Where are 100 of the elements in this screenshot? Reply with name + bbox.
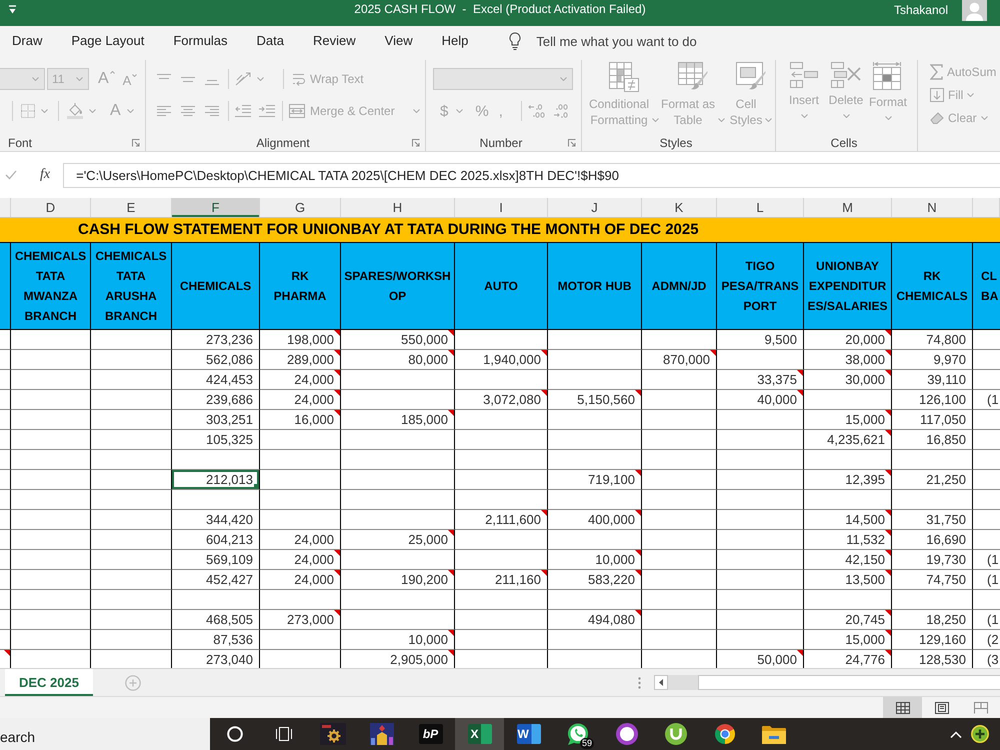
table-cell[interactable] — [260, 450, 341, 470]
table-cell[interactable]: 719,100 — [548, 470, 642, 490]
table-cell[interactable]: 569,109 — [172, 550, 260, 570]
table-cell[interactable] — [260, 630, 341, 650]
table-cell[interactable] — [11, 470, 91, 490]
table-cell[interactable] — [0, 350, 11, 370]
table-cell[interactable]: 273,236 — [172, 330, 260, 350]
table-cell[interactable] — [341, 550, 455, 570]
table-cell[interactable] — [804, 450, 892, 470]
table-cell[interactable] — [642, 550, 717, 570]
table-cell[interactable] — [0, 490, 11, 510]
table-cell[interactable] — [642, 630, 717, 650]
table-cell[interactable] — [341, 610, 455, 630]
table-cell[interactable]: 126,100 — [892, 390, 973, 410]
column-header[interactable]: K — [642, 198, 717, 217]
table-cell[interactable] — [11, 550, 91, 570]
table-cell[interactable]: 190,200 — [341, 570, 455, 590]
table-cell[interactable]: 105,325 — [172, 430, 260, 450]
table-cell[interactable] — [642, 610, 717, 630]
formula-field[interactable]: ='C:\Users\HomePC\Desktop\CHEMICAL TATA 2025\[CHEM DEC 2025.xlsx]8TH DEC'!$H$90 — [63, 162, 1000, 188]
table-cell[interactable] — [717, 410, 804, 430]
table-cell[interactable]: 87,536 — [172, 630, 260, 650]
table-cell[interactable] — [892, 490, 973, 510]
table-cell[interactable]: 19,730 — [892, 550, 973, 570]
table-cell[interactable] — [548, 630, 642, 650]
table-cell[interactable] — [172, 590, 260, 610]
user-name[interactable]: Tshakanol — [894, 0, 948, 17]
table-cell[interactable]: 15,000 — [804, 410, 892, 430]
table-cell[interactable]: 424,453 — [172, 370, 260, 390]
table-cell[interactable]: 38,000 — [804, 350, 892, 370]
table-cell[interactable]: 16,000 — [260, 410, 341, 430]
table-cell[interactable]: 31,750 — [892, 510, 973, 530]
tell-me-field[interactable]: Tell me what you want to do — [508, 30, 697, 52]
table-cell[interactable]: 24,000 — [260, 370, 341, 390]
column-header[interactable]: N — [892, 198, 973, 217]
table-cell[interactable] — [548, 530, 642, 550]
table-cell[interactable]: (2 — [973, 630, 1000, 650]
chevron-up-icon[interactable] — [950, 730, 962, 738]
table-cell[interactable] — [341, 510, 455, 530]
table-cell[interactable] — [0, 570, 11, 590]
ribbon-tab[interactable]: Help — [442, 26, 468, 56]
table-cell[interactable]: (1 — [973, 570, 1000, 590]
table-cell[interactable] — [717, 510, 804, 530]
table-cell[interactable]: 10,000 — [548, 550, 642, 570]
table-cell[interactable]: 10,000 — [341, 630, 455, 650]
column-header[interactable]: D — [11, 198, 91, 217]
table-cell[interactable]: (1 — [973, 610, 1000, 630]
column-header[interactable]: M — [804, 198, 892, 217]
table-cell[interactable] — [0, 590, 11, 610]
table-cell[interactable] — [0, 510, 11, 530]
table-cell[interactable] — [0, 530, 11, 550]
table-cell[interactable] — [11, 510, 91, 530]
table-cell[interactable]: 13,500 — [804, 570, 892, 590]
table-cell[interactable]: 2,111,600 — [455, 510, 548, 530]
ribbon-tab[interactable]: Draw — [12, 26, 42, 56]
table-cell[interactable]: 20,745 — [804, 610, 892, 630]
table-cell[interactable]: 604,213 — [172, 530, 260, 550]
column-header[interactable]: H — [341, 198, 455, 217]
table-cell[interactable] — [0, 470, 11, 490]
column-header[interactable]: L — [717, 198, 804, 217]
table-cell[interactable] — [455, 370, 548, 390]
table-cell[interactable] — [11, 630, 91, 650]
table-cell[interactable] — [91, 570, 172, 590]
table-cell[interactable]: (1 — [973, 550, 1000, 570]
table-cell[interactable] — [455, 610, 548, 630]
ribbon-tab[interactable]: Review — [313, 26, 356, 56]
table-cell[interactable]: 24,000 — [260, 530, 341, 550]
table-cell[interactable] — [341, 430, 455, 450]
table-cell[interactable]: 21,250 — [892, 470, 973, 490]
table-cell[interactable]: 12,395 — [804, 470, 892, 490]
table-cell[interactable]: 80,000 — [341, 350, 455, 370]
table-cell[interactable] — [642, 410, 717, 430]
customize-icon[interactable] — [8, 5, 17, 14]
taskbar-button[interactable]: W — [504, 718, 553, 750]
insert-function-button[interactable]: fx — [40, 167, 50, 183]
table-cell[interactable] — [0, 390, 11, 410]
table-cell[interactable] — [892, 590, 973, 610]
table-cell[interactable] — [91, 470, 172, 490]
table-cell[interactable] — [91, 610, 172, 630]
table-cell[interactable]: 494,080 — [548, 610, 642, 630]
table-cell[interactable]: 400,000 — [548, 510, 642, 530]
table-cell[interactable]: 24,000 — [260, 570, 341, 590]
table-cell[interactable] — [642, 470, 717, 490]
table-cell[interactable]: 211,160 — [455, 570, 548, 590]
table-cell[interactable] — [642, 490, 717, 510]
table-cell[interactable] — [548, 590, 642, 610]
table-cell[interactable] — [642, 390, 717, 410]
table-cell[interactable]: 24,000 — [260, 390, 341, 410]
table-cell[interactable] — [260, 590, 341, 610]
table-cell[interactable]: 452,427 — [172, 570, 260, 590]
table-cell[interactable] — [455, 430, 548, 450]
table-cell[interactable]: 42,150 — [804, 550, 892, 570]
table-cell[interactable] — [804, 590, 892, 610]
table-cell[interactable] — [91, 430, 172, 450]
table-cell[interactable] — [717, 450, 804, 470]
table-cell[interactable] — [91, 330, 172, 350]
table-cell[interactable]: 40,000 — [717, 390, 804, 410]
table-cell[interactable] — [642, 590, 717, 610]
table-cell[interactable]: 9,500 — [717, 330, 804, 350]
table-cell[interactable] — [717, 610, 804, 630]
